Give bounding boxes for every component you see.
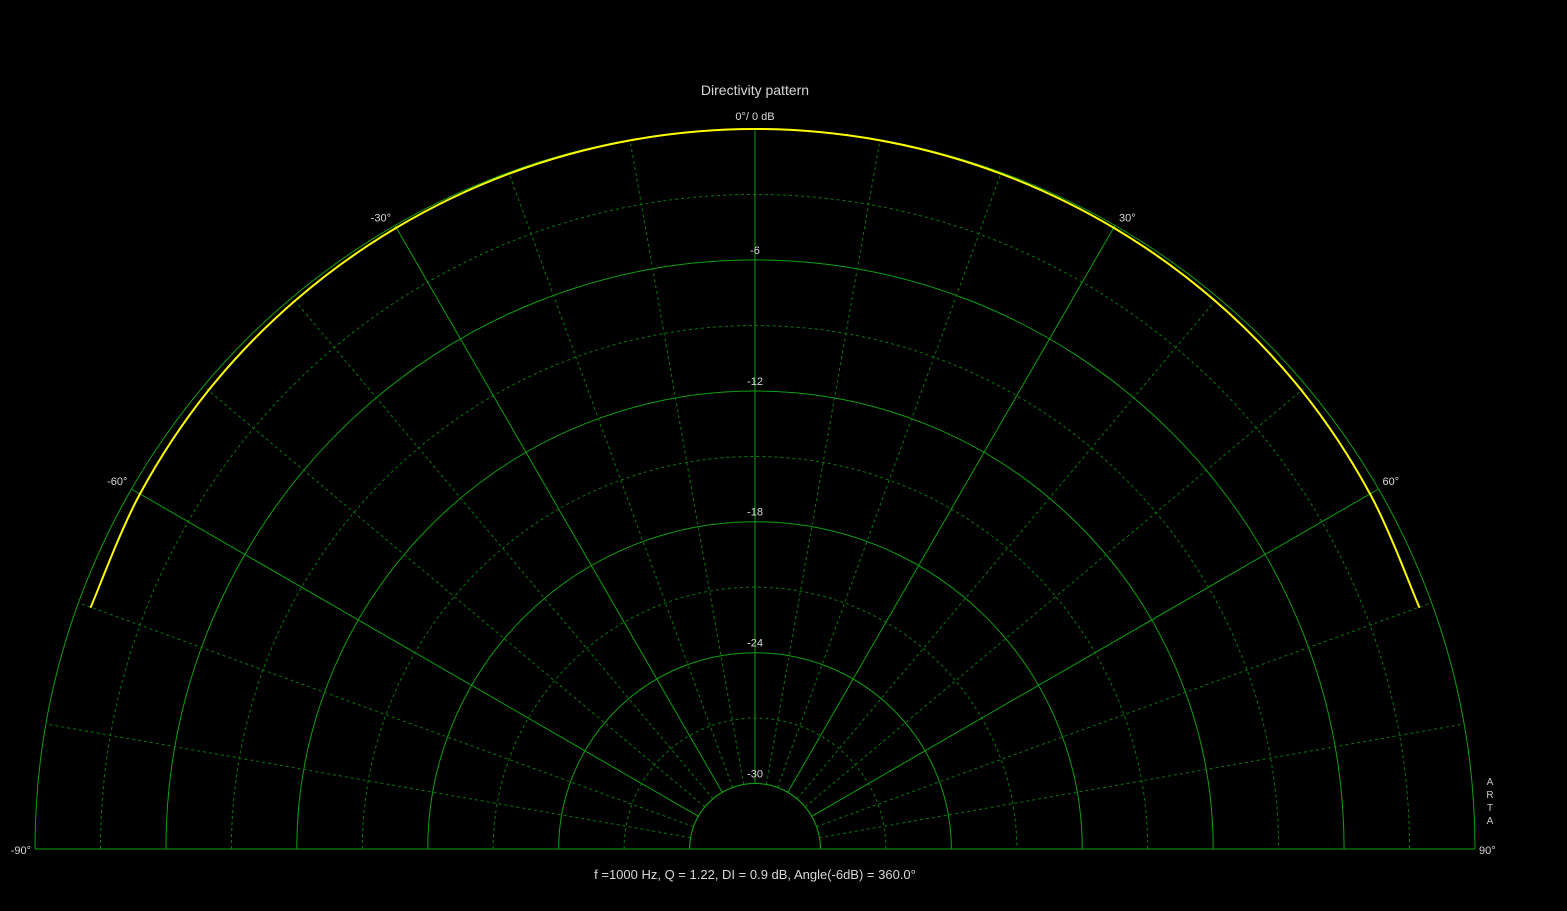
curve-data-point bbox=[754, 128, 756, 130]
curve-data-point bbox=[1300, 389, 1303, 392]
db-ring-label: -12 bbox=[747, 376, 763, 388]
curve-data-point bbox=[879, 139, 881, 142]
db-ring-label: -24 bbox=[747, 638, 763, 650]
watermark-letter: R bbox=[1486, 790, 1493, 801]
curve-data-point bbox=[139, 493, 141, 495]
angle-label: -90° bbox=[11, 845, 31, 857]
curve-data-point bbox=[1214, 299, 1216, 302]
watermark-letter: A bbox=[1487, 777, 1494, 788]
polar-grid bbox=[34, 128, 1476, 850]
curve-data-point bbox=[1000, 172, 1002, 175]
minor-angle-spoke bbox=[804, 385, 1307, 808]
angle-label: 60° bbox=[1383, 476, 1400, 488]
curve-data-point bbox=[207, 389, 210, 392]
curve-data-point bbox=[508, 172, 510, 175]
directivity-plot-window: -6 -12 -18 -24 -30 -90° -60° -30° 30° 60° 90° Dire… bbox=[0, 0, 1567, 911]
curve-data-point bbox=[1112, 226, 1115, 229]
angle-label: -30° bbox=[371, 212, 391, 224]
db-ring-label: -6 bbox=[750, 245, 760, 257]
curve-data-point bbox=[294, 299, 296, 302]
minor-angle-spoke bbox=[203, 385, 706, 808]
db-ring-label: -18 bbox=[747, 507, 763, 519]
arta-watermark: ARTA bbox=[1486, 777, 1493, 827]
polar-chart: -6 -12 -18 -24 -30 -90° -60° -30° 30° 60° 90° Dire… bbox=[11, 82, 1496, 882]
angle-label: 30° bbox=[1119, 212, 1136, 224]
major-angle-spoke bbox=[394, 225, 723, 793]
axis-labels: -6 -12 -18 -24 -30 -90° -60° -30° 30° 60° 90° bbox=[11, 212, 1496, 857]
curve-data-point bbox=[395, 226, 398, 229]
curve-data-point bbox=[1418, 606, 1421, 609]
chart-title: Directivity pattern bbox=[701, 82, 809, 98]
major-angle-spoke bbox=[787, 225, 1116, 793]
curve-data-point bbox=[629, 139, 631, 142]
major-angle-spoke bbox=[811, 488, 1379, 817]
angle-label: -60° bbox=[107, 476, 127, 488]
major-angle-spoke bbox=[131, 488, 699, 817]
watermark-letter: A bbox=[1487, 816, 1494, 827]
curve-data-point bbox=[1369, 493, 1371, 495]
measurement-summary: f =1000 Hz, Q = 1.22, DI = 0.9 dB, Angle… bbox=[594, 867, 916, 882]
top-angle-db-label: 0°/ 0 dB bbox=[735, 111, 774, 123]
center-cap bbox=[689, 783, 821, 850]
angle-label: 90° bbox=[1479, 845, 1496, 857]
db-ring-label: -30 bbox=[747, 769, 763, 781]
curve-data-point bbox=[89, 606, 92, 609]
watermark-letter: T bbox=[1487, 803, 1493, 814]
